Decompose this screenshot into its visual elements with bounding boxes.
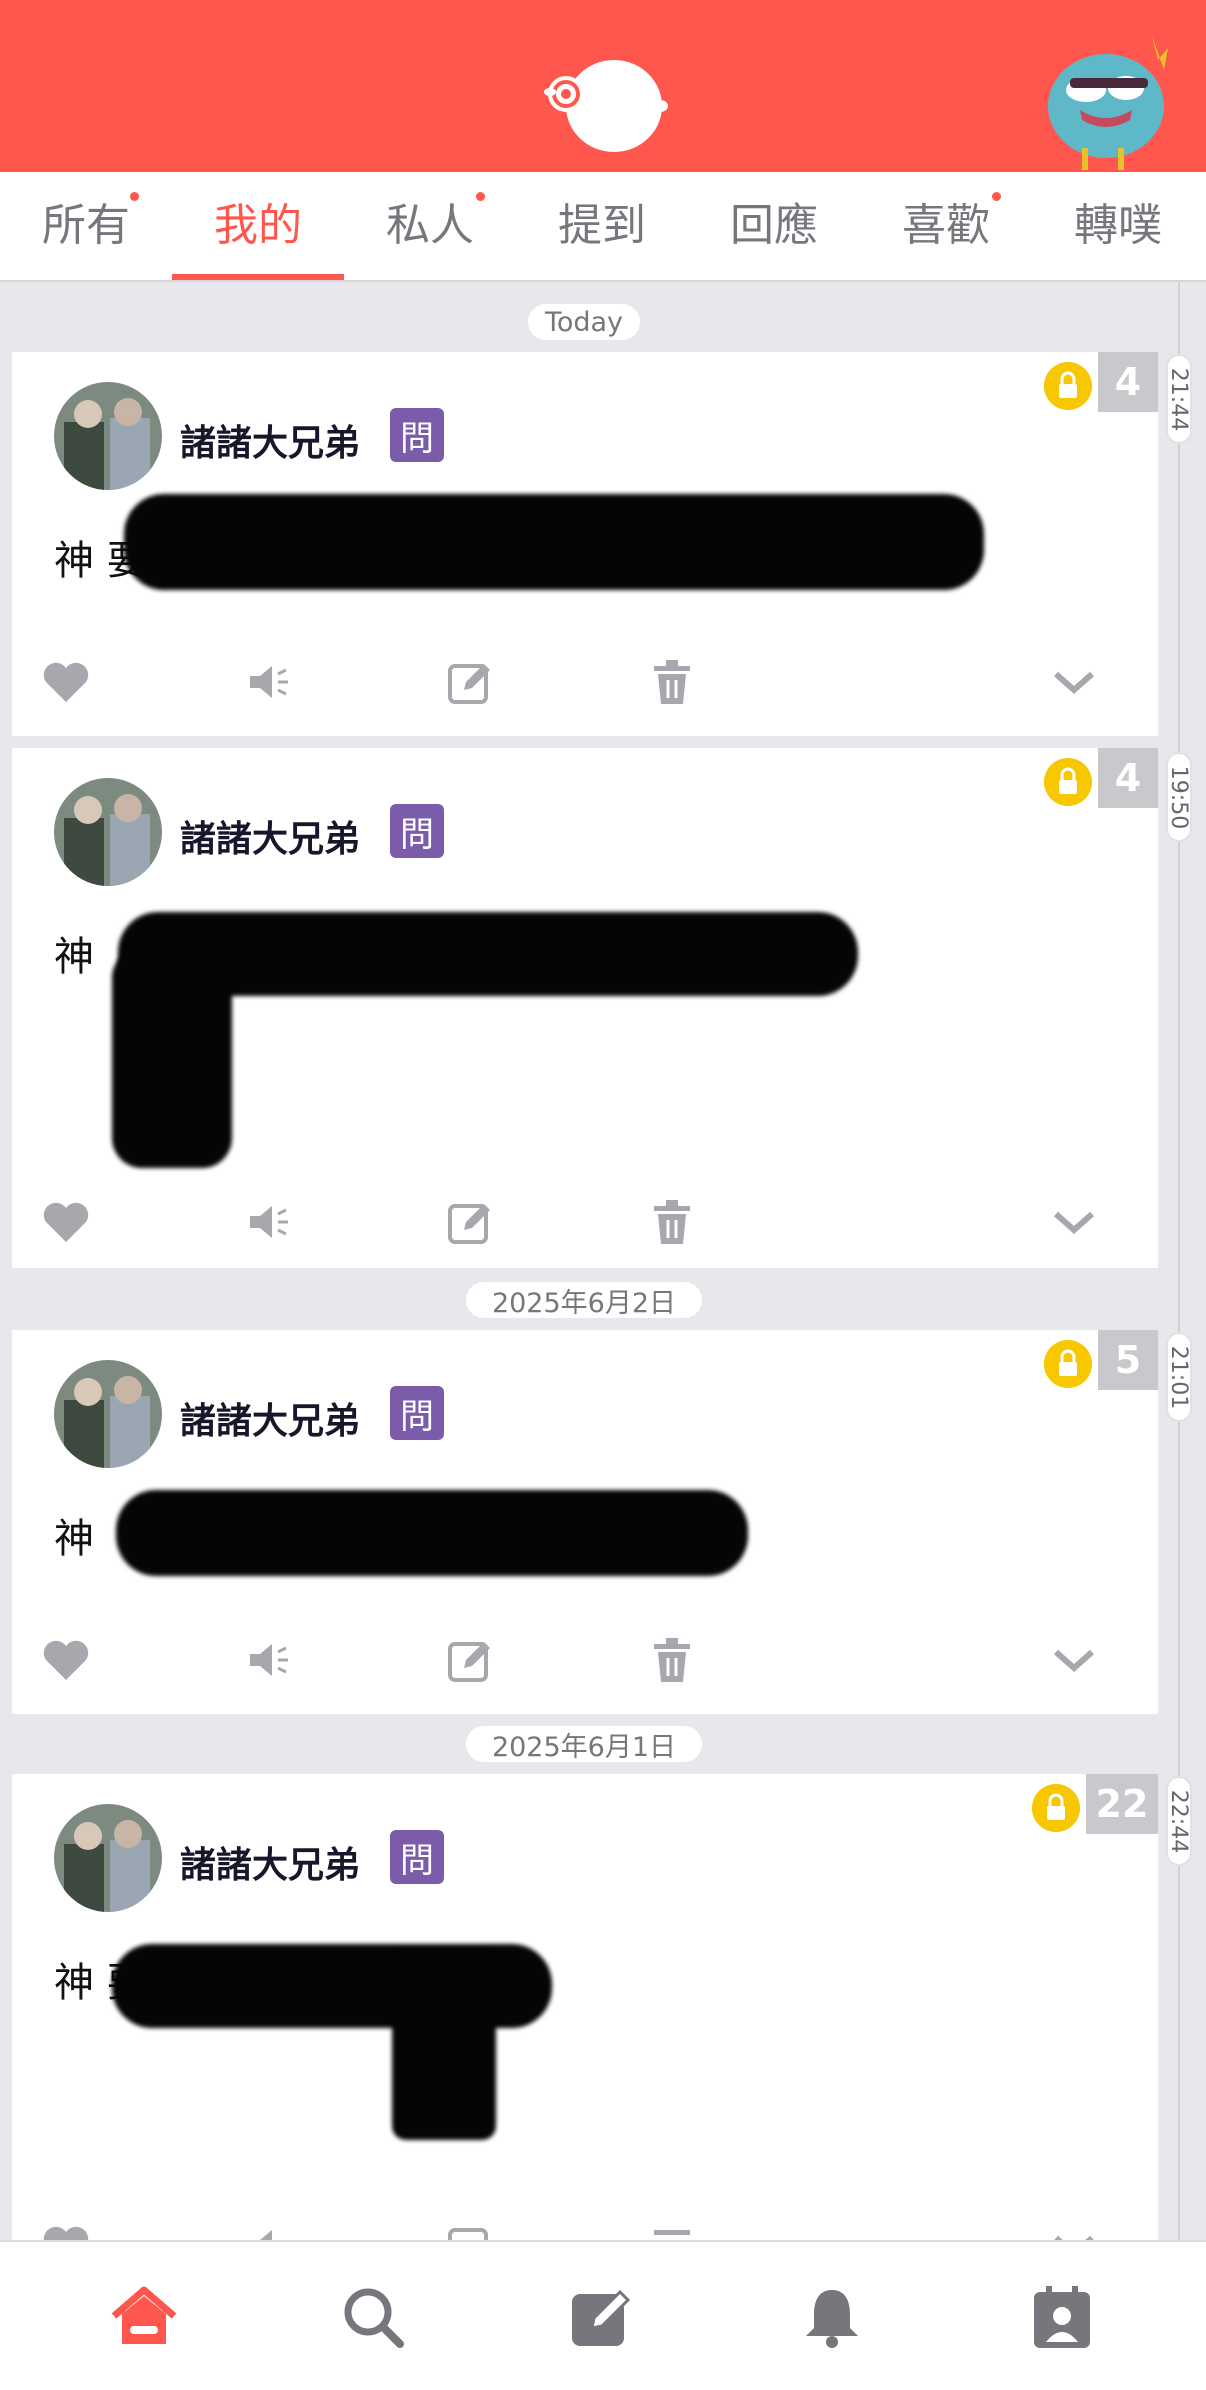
avatar[interactable] [54, 1360, 162, 1468]
mute-icon[interactable] [240, 654, 296, 710]
redaction-mark [116, 1490, 748, 1576]
lock-icon [1044, 362, 1092, 410]
app-header [0, 0, 1206, 172]
post-card[interactable]: 諸諸大兄弟 問 4 神 以嗎 [12, 748, 1158, 1268]
post-time: 22:44 [1166, 1776, 1192, 1866]
avatar[interactable] [54, 1804, 162, 1912]
response-count[interactable]: 22 [1086, 1774, 1158, 1834]
mute-icon[interactable] [240, 1632, 296, 1688]
plurk-logo[interactable] [540, 52, 670, 160]
date-separator: 2025年6月1日 [466, 1726, 702, 1763]
edit-icon[interactable] [442, 654, 498, 710]
unread-dot [992, 192, 1001, 201]
image-redaction [392, 1950, 496, 2140]
edit-icon[interactable] [442, 1194, 498, 1250]
home-icon[interactable] [108, 2282, 180, 2354]
lock-icon [1032, 1784, 1080, 1832]
profile-icon[interactable] [1026, 2282, 1098, 2354]
trash-icon[interactable] [644, 1632, 700, 1688]
avatar[interactable] [54, 778, 162, 886]
bottom-nav [0, 2240, 1206, 2390]
bell-icon[interactable] [796, 2282, 868, 2354]
tab-likes[interactable]: 喜歡 [860, 172, 1032, 280]
response-count[interactable]: 4 [1098, 352, 1158, 412]
post-card[interactable]: 諸諸大兄弟 問 5 神 [12, 1330, 1158, 1714]
post-text-start: 神 [54, 934, 94, 980]
heart-icon[interactable] [38, 1632, 94, 1688]
chevron-down-icon[interactable] [1046, 1632, 1102, 1688]
qualifier-badge: 問 [390, 408, 444, 462]
response-count[interactable]: 5 [1098, 1330, 1158, 1390]
qualifier-badge: 問 [390, 1830, 444, 1884]
author-name[interactable]: 諸諸大兄弟 [180, 1836, 360, 1888]
post-text-start: 神 [54, 1516, 94, 1562]
date-separator: 2025年6月2日 [466, 1282, 702, 1319]
author-name[interactable]: 諸諸大兄弟 [180, 414, 360, 466]
unread-dot [476, 192, 485, 201]
response-count[interactable]: 4 [1098, 748, 1158, 808]
post-card[interactable]: 諸諸大兄弟 問 4 神 要 包嗎 [12, 352, 1158, 736]
unread-dot [130, 192, 139, 201]
compose-icon[interactable] [566, 2282, 638, 2354]
filter-tabs: 所有 我的 私人 提到 回應 喜歡 轉噗 [0, 172, 1206, 282]
post-time: 21:44 [1166, 354, 1192, 444]
mute-icon[interactable] [240, 1194, 296, 1250]
tab-replurks[interactable]: 轉噗 [1032, 172, 1204, 280]
trash-icon[interactable] [644, 1194, 700, 1250]
tab-mentions[interactable]: 提到 [516, 172, 688, 280]
image-redaction [112, 948, 232, 1168]
heart-icon[interactable] [38, 654, 94, 710]
author-name[interactable]: 諸諸大兄弟 [180, 1392, 360, 1444]
tab-replies[interactable]: 回應 [688, 172, 860, 280]
mascot-icon[interactable] [1040, 30, 1180, 172]
trash-icon[interactable] [644, 654, 700, 710]
redaction-mark [124, 494, 984, 590]
qualifier-badge: 問 [390, 804, 444, 858]
tab-all[interactable]: 所有 [0, 172, 172, 280]
chevron-down-icon[interactable] [1046, 654, 1102, 710]
search-icon[interactable] [338, 2282, 410, 2354]
author-name[interactable]: 諸諸大兄弟 [180, 810, 360, 862]
heart-icon[interactable] [38, 1194, 94, 1250]
post-card[interactable]: 諸諸大兄弟 問 22 神 要 [12, 1774, 1158, 2268]
tab-private[interactable]: 私人 [344, 172, 516, 280]
lock-icon [1044, 1340, 1092, 1388]
date-separator: Today [528, 304, 640, 340]
qualifier-badge: 問 [390, 1386, 444, 1440]
chevron-down-icon[interactable] [1046, 1194, 1102, 1250]
tab-mine[interactable]: 我的 [172, 172, 344, 280]
timeline-line [1178, 282, 1180, 2242]
post-time: 21:01 [1166, 1332, 1192, 1422]
avatar[interactable] [54, 382, 162, 490]
post-time: 19:50 [1166, 752, 1192, 842]
edit-icon[interactable] [442, 1632, 498, 1688]
lock-icon [1044, 758, 1092, 806]
